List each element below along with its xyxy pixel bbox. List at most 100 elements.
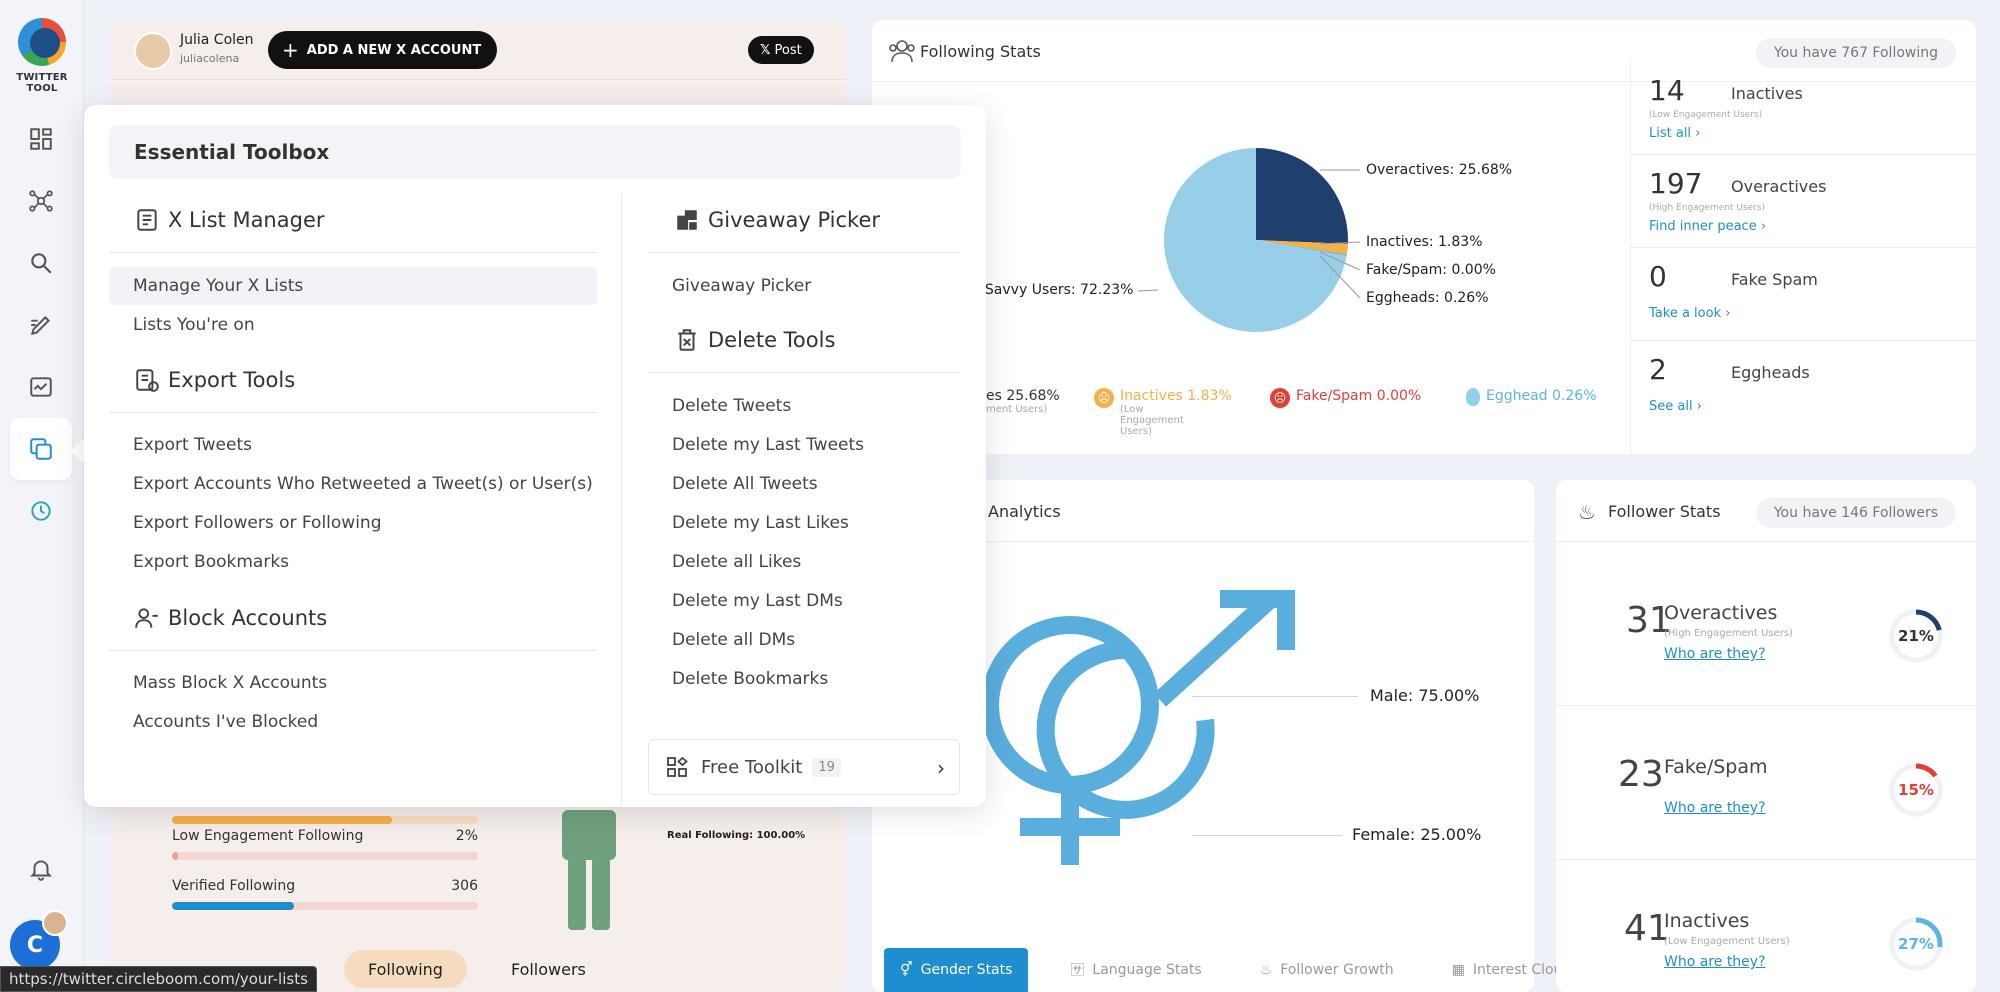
section-divider: [109, 412, 597, 413]
dashboard-icon[interactable]: [10, 108, 72, 170]
who-are-they-link[interactable]: Who are they?: [1664, 954, 1766, 970]
menu-mass-block[interactable]: Mass Block X Accounts: [109, 664, 327, 702]
stat-number: 197: [1649, 167, 1703, 200]
menu-export-bookmarks[interactable]: Export Bookmarks: [109, 543, 289, 581]
search-icon[interactable]: [10, 232, 72, 294]
who-are-they-link[interactable]: Who are they?: [1664, 646, 1766, 662]
section-divider: [109, 650, 597, 651]
pie-label-fakespam: Fake/Spam: 0.00%: [1366, 262, 1496, 278]
account-avatar[interactable]: [134, 32, 172, 70]
ring-percent: 27%: [1898, 935, 1934, 953]
column-divider: [621, 193, 622, 807]
logo-text: TWITTER TOOL: [16, 72, 68, 94]
follower-number: 23: [1618, 754, 1664, 795]
bar-value: 306: [451, 878, 478, 894]
menu-delete-last-tweets[interactable]: Delete my Last Tweets: [648, 426, 864, 464]
toolbox-icon[interactable]: [10, 418, 72, 480]
section-title: Block Accounts: [168, 606, 328, 630]
compose-icon[interactable]: [10, 294, 72, 356]
section-title: Delete Tools: [708, 328, 836, 352]
pie-label-eggheads: Eggheads: 0.26%: [1366, 290, 1489, 306]
menu-manage-x-lists[interactable]: Manage Your X Lists: [109, 267, 597, 305]
menu-lists-youre-on[interactable]: Lists You're on: [109, 306, 255, 344]
follower-stats-header: ♨ Follower Stats You have 146 Followers: [1556, 480, 1976, 542]
app-logo[interactable]: TWITTER TOOL: [0, 18, 84, 94]
flame-icon: ♨: [1259, 962, 1273, 978]
stat-link-text: See all: [1649, 399, 1693, 414]
who-are-they-link[interactable]: Who are they?: [1664, 800, 1766, 816]
x-logo-icon: 𝕏: [760, 42, 771, 58]
pie-leader-line-savvy: [1137, 289, 1159, 292]
menu-delete-last-dms[interactable]: Delete my Last DMs: [648, 582, 843, 620]
follower-stats-panel: ♨ Follower Stats You have 146 Followers …: [1556, 480, 1976, 992]
section-divider: [648, 252, 960, 253]
egg-icon: [1466, 388, 1480, 406]
account-handle: juliacolena: [180, 52, 240, 65]
male-leader-line: [1192, 696, 1358, 697]
stat-name: Inactives: [1731, 84, 1803, 103]
pie-leader-lines: [1319, 169, 1361, 299]
toolbox-header: Essential Toolbox: [109, 125, 961, 179]
legend-fakespam-label: Fake/Spam 0.00%: [1296, 388, 1422, 404]
menu-export-retweeters[interactable]: Export Accounts Who Retweeted a Tweet(s)…: [109, 465, 593, 503]
ring-percent: 21%: [1898, 627, 1934, 645]
follower-cell-overactives: 31 Overactives (High Engagement Users) W…: [1556, 566, 1976, 706]
following-stats-title: Following Stats: [920, 42, 1041, 61]
tab-follower-growth[interactable]: ♨ Follower Growth: [1244, 948, 1410, 992]
menu-export-tweets[interactable]: Export Tweets: [109, 426, 252, 464]
section-export-tools: Export Tools: [134, 367, 295, 393]
follower-cell-fakespam: 23 Fake/Spam Who are they? 15%: [1556, 720, 1976, 860]
gender-symbol-icon: [981, 590, 1295, 865]
stat-link-find-inner-peace[interactable]: Find inner peace ›: [1649, 219, 1766, 234]
menu-delete-tweets[interactable]: Delete Tweets: [648, 387, 791, 425]
pie-label-inactives: Inactives: 1.83%: [1366, 234, 1483, 250]
tab-label: Language Stats: [1092, 962, 1202, 978]
follower-name: Fake/Spam: [1664, 756, 1768, 778]
bar-track: [172, 852, 478, 860]
section-list-manager: X List Manager: [134, 207, 325, 233]
menu-delete-all-dms[interactable]: Delete all DMs: [648, 621, 795, 659]
legend-overactives-label: es 25.68%: [986, 388, 1060, 404]
legend-egghead: Egghead 0.26%: [1466, 388, 1597, 406]
add-account-button[interactable]: + ADD A NEW X ACCOUNT: [268, 31, 498, 69]
follower-number: 41: [1624, 908, 1670, 949]
menu-export-followers[interactable]: Export Followers or Following: [109, 504, 382, 542]
tab-followers[interactable]: Followers: [487, 950, 610, 988]
menu-delete-bookmarks[interactable]: Delete Bookmarks: [648, 660, 828, 698]
follower-cell-inactives: 41 Inactives (Low Engagement Users) Who …: [1556, 874, 1976, 992]
schedule-icon[interactable]: [10, 480, 72, 542]
bar-fill: [172, 902, 295, 910]
stat-link-list-all[interactable]: List all ›: [1649, 126, 1700, 141]
section-divider: [648, 372, 960, 373]
menu-delete-all-likes[interactable]: Delete all Likes: [648, 543, 801, 581]
toolbox-title: Essential Toolbox: [134, 140, 330, 164]
menu-delete-last-likes[interactable]: Delete my Last Likes: [648, 504, 849, 542]
stat-overactives: 197 Overactives (High Engagement Users) …: [1631, 155, 1977, 248]
legend-fakespam: ☹ Fake/Spam 0.00%: [1270, 388, 1421, 408]
menu-accounts-blocked[interactable]: Accounts I've Blocked: [109, 703, 318, 741]
analytics-icon[interactable]: [10, 356, 72, 418]
sidebar: TWITTER TOOL C: [0, 0, 84, 992]
network-icon[interactable]: [10, 170, 72, 232]
stat-link-text: List all: [1649, 126, 1692, 141]
stat-link-see-all[interactable]: See all ›: [1649, 399, 1702, 414]
bell-icon[interactable]: [10, 838, 72, 900]
menu-delete-all-tweets[interactable]: Delete All Tweets: [648, 465, 818, 503]
stat-link-text: Take a look: [1649, 306, 1722, 321]
tab-following[interactable]: Following: [344, 950, 467, 988]
legend-overactives-sub: ment Users): [986, 404, 1048, 415]
free-toolkit-button[interactable]: Free Toolkit 19 ›: [648, 739, 960, 795]
export-icon: [136, 369, 159, 392]
legend-inactives-sub: (Low Engagement Users): [1120, 404, 1184, 437]
x-post-button[interactable]: 𝕏 Post: [748, 36, 814, 64]
stat-eggheads: 2 Eggheads See all ›: [1631, 341, 1977, 434]
menu-giveaway-picker[interactable]: Giveaway Picker: [648, 267, 811, 305]
legend-overactives: es 25.68% ment Users): [986, 388, 1060, 415]
tab-language-stats[interactable]: 🈂 Language Stats: [1054, 948, 1217, 992]
bar-row-partial: [172, 808, 478, 824]
essential-toolbox-menu: Essential Toolbox X List Manager Manage …: [84, 105, 986, 807]
tab-gender-stats[interactable]: ⚥ Gender Stats: [884, 948, 1029, 992]
stat-link-take-a-look[interactable]: Take a look ›: [1649, 306, 1730, 321]
account-avatar-small[interactable]: [42, 910, 68, 936]
legend-egghead-label: Egghead 0.26%: [1486, 388, 1597, 404]
